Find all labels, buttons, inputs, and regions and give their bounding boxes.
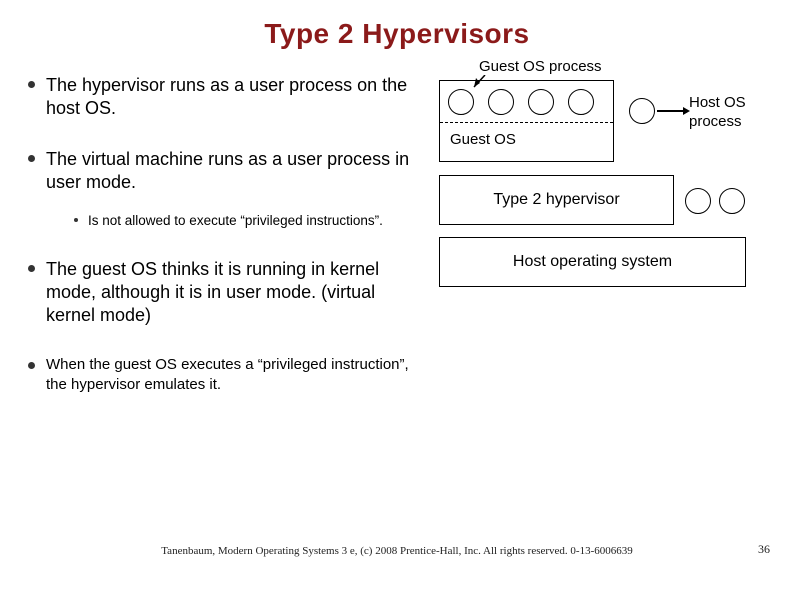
- process-circle-icon: [629, 98, 655, 124]
- bullet-2-text: The virtual machine runs as a user proce…: [46, 149, 409, 192]
- bullet-2-sub-1: Is not allowed to execute “privileged in…: [74, 212, 413, 230]
- process-circle-icon: [719, 188, 745, 214]
- diagram-box-host-os: Host operating system: [439, 237, 746, 287]
- bullet-4: When the guest OS executes a “privileged…: [28, 355, 413, 393]
- process-circle-icon: [528, 89, 554, 115]
- sub-bullet-list: Is not allowed to execute “privileged in…: [74, 212, 413, 230]
- process-circle-icon: [685, 188, 711, 214]
- page-number: 36: [758, 542, 770, 557]
- diagram-label-guest-os: Guest OS: [450, 131, 516, 150]
- bullet-1: The hypervisor runs as a user process on…: [28, 74, 413, 120]
- arrow-head-icon: [683, 107, 690, 115]
- process-circle-icon: [568, 89, 594, 115]
- diagram-process-row: Guest OS: [439, 80, 614, 162]
- slide-title: Type 2 Hypervisors: [28, 18, 766, 50]
- right-column: Guest OS process Guest OS Host OS proces: [431, 74, 761, 422]
- footer-citation: Tanenbaum, Modern Operating Systems 3 e,…: [0, 545, 794, 557]
- diagram-label-host-os-process: Host OS process: [689, 94, 746, 132]
- diagram-dashed-line: [440, 122, 613, 123]
- arrow-line: [657, 110, 685, 112]
- bullet-2: The virtual machine runs as a user proce…: [28, 148, 413, 230]
- process-circle-icon: [488, 89, 514, 115]
- diagram-label-guest-os-process: Guest OS process: [479, 58, 602, 77]
- bullet-3: The guest OS thinks it is running in ker…: [28, 258, 413, 327]
- hypervisor-diagram: Guest OS process Guest OS Host OS proces: [431, 80, 751, 330]
- content-area: The hypervisor runs as a user process on…: [28, 74, 766, 422]
- left-column: The hypervisor runs as a user process on…: [28, 74, 413, 422]
- process-circle-icon: [448, 89, 474, 115]
- diagram-box-type2-hypervisor: Type 2 hypervisor: [439, 175, 674, 225]
- slide: Type 2 Hypervisors The hypervisor runs a…: [0, 0, 794, 595]
- bullet-list: The hypervisor runs as a user process on…: [28, 74, 413, 394]
